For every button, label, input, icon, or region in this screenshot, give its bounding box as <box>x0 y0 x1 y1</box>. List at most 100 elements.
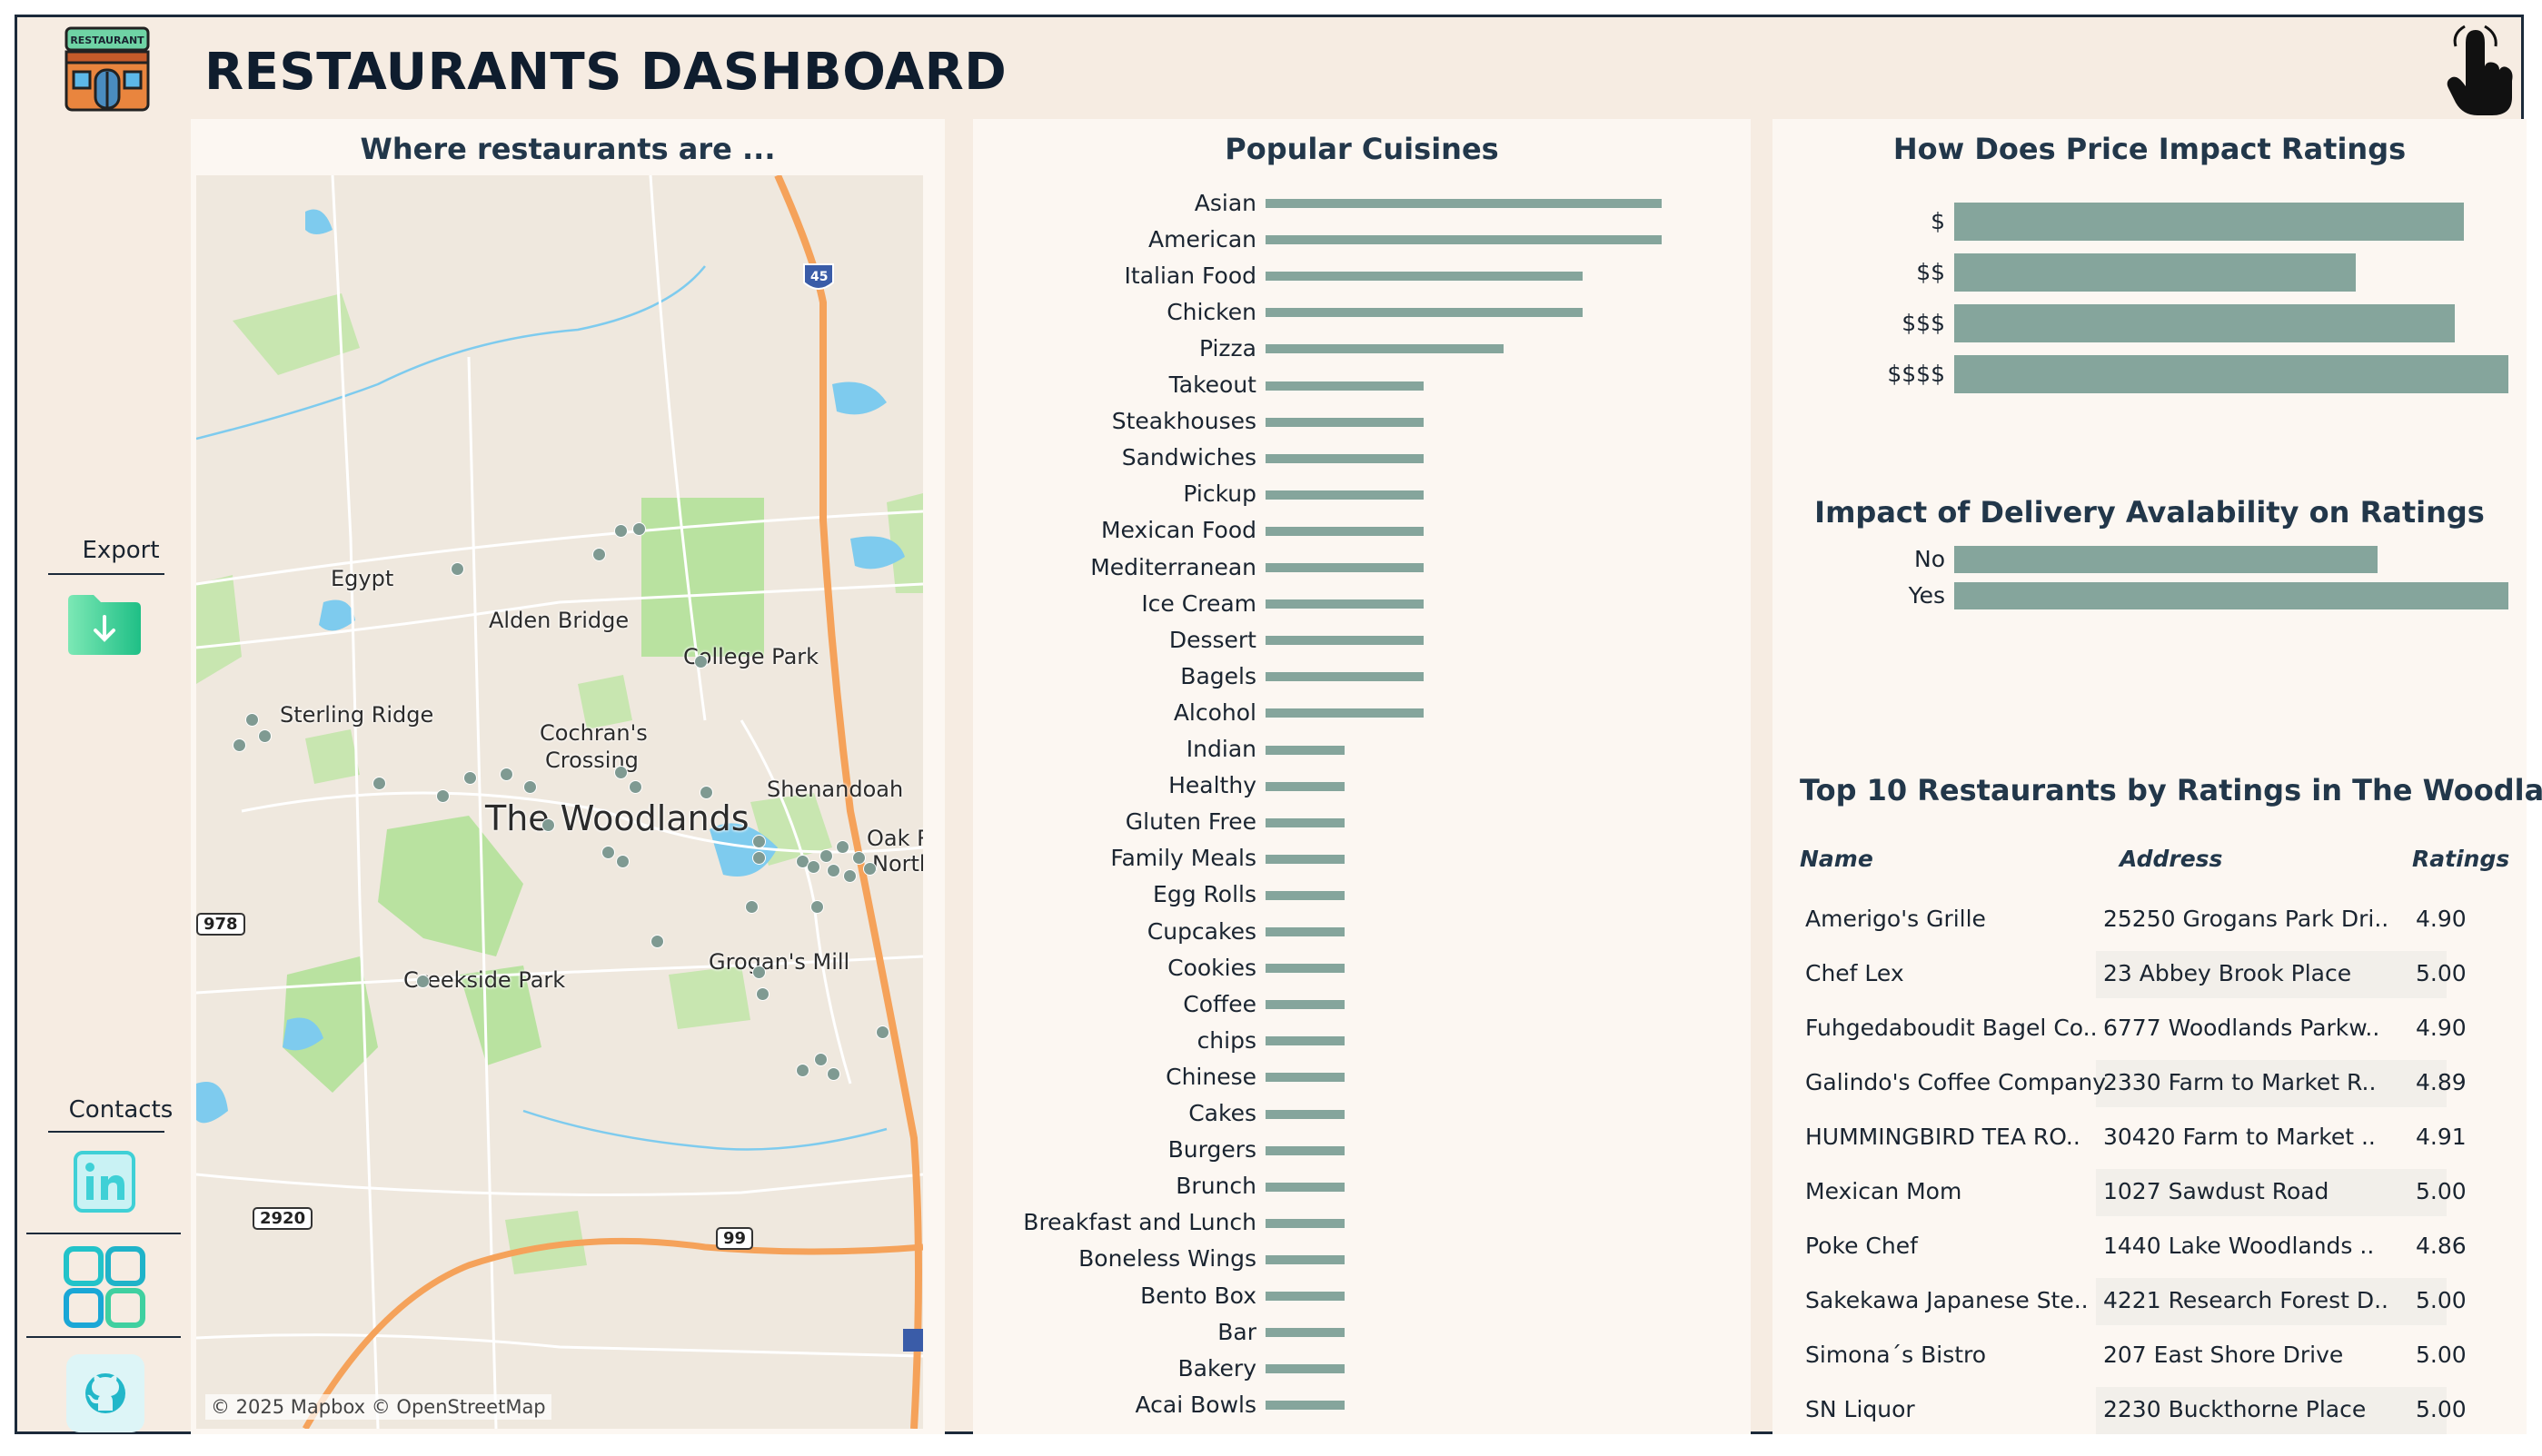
delivery-label: No <box>1914 545 1945 572</box>
cuisine-bar[interactable] <box>1266 308 1583 318</box>
restaurant-map[interactable]: 45 978 2920 99 Egypt Alden Bridge Colleg… <box>196 175 923 1429</box>
price-bar[interactable] <box>1954 355 2508 393</box>
column-header-address[interactable]: Address <box>2120 846 2222 872</box>
restaurant-marker[interactable] <box>876 1025 889 1039</box>
cuisine-bar[interactable] <box>1266 890 1345 900</box>
cuisine-bar[interactable] <box>1266 636 1425 646</box>
cuisine-bar[interactable] <box>1266 1254 1345 1264</box>
cuisine-bar[interactable] <box>1266 1182 1345 1192</box>
restaurant-marker[interactable] <box>752 851 766 865</box>
restaurant-marker[interactable] <box>592 548 606 561</box>
restaurant-marker[interactable] <box>756 987 770 1001</box>
pointer-hand-icon[interactable] <box>2443 25 2516 119</box>
cuisine-bar[interactable] <box>1266 1073 1345 1083</box>
restaurant-marker[interactable] <box>436 789 450 803</box>
cuisine-bar[interactable] <box>1266 490 1425 500</box>
restaurant-marker[interactable] <box>827 1067 840 1081</box>
cuisine-bar[interactable] <box>1266 235 1662 245</box>
cuisine-bar[interactable] <box>1266 453 1425 463</box>
cuisine-bar[interactable] <box>1266 745 1345 755</box>
table-row[interactable]: Mexican Mom 1027 Sawdust Road 5.00 <box>1800 1165 2490 1220</box>
restaurant-marker[interactable] <box>614 766 628 779</box>
restaurant-marker[interactable] <box>541 818 555 832</box>
cuisine-bar[interactable] <box>1266 817 1345 827</box>
restaurant-marker[interactable] <box>827 864 840 877</box>
table-row[interactable]: HUMMINGBIRD TEA RO.. 30420 Farm to Market… <box>1800 1111 2490 1165</box>
table-row[interactable]: Chef Lex 23 Abbey Brook Place 5.00 <box>1800 947 2490 1002</box>
cuisine-bar[interactable] <box>1266 1292 1345 1301</box>
cuisine-bar[interactable] <box>1266 781 1345 791</box>
cuisine-bar[interactable] <box>1266 1218 1345 1228</box>
cuisine-bar[interactable] <box>1266 599 1425 609</box>
restaurant-marker[interactable] <box>629 780 642 794</box>
column-header-name[interactable]: Name <box>1800 846 1873 872</box>
cuisine-bar[interactable] <box>1266 563 1425 572</box>
restaurant-marker[interactable] <box>863 862 877 876</box>
restaurant-marker[interactable] <box>258 729 272 743</box>
cuisine-bar[interactable] <box>1266 672 1425 682</box>
restaurant-marker[interactable] <box>819 849 833 863</box>
cuisine-bar[interactable] <box>1266 1145 1345 1155</box>
cuisine-bar[interactable] <box>1266 344 1504 354</box>
cuisine-bar[interactable] <box>1266 854 1345 864</box>
restaurant-marker[interactable] <box>700 786 713 799</box>
restaurant-marker[interactable] <box>616 855 630 868</box>
table-row[interactable]: Fuhgedaboudit Bagel Co.. 6777 Woodlands P… <box>1800 1002 2490 1056</box>
price-bar[interactable] <box>1954 253 2356 292</box>
restaurant-marker[interactable] <box>601 846 615 859</box>
table-row[interactable]: SN Liquor 2230 Buckthorne Place 5.00 <box>1800 1383 2490 1438</box>
restaurant-marker[interactable] <box>245 713 259 727</box>
restaurant-marker[interactable] <box>745 900 759 914</box>
table-row[interactable]: Sakekawa Japanese Ste.. 4221 Research For… <box>1800 1274 2490 1329</box>
cuisine-label: Bento Box <box>1140 1282 1256 1309</box>
cuisine-bar[interactable] <box>1266 526 1425 536</box>
cuisine-bar[interactable] <box>1266 272 1583 282</box>
cuisine-bar[interactable] <box>1266 417 1425 427</box>
cuisine-bar[interactable] <box>1266 708 1425 718</box>
delivery-bar[interactable] <box>1954 582 2508 609</box>
restaurant-marker[interactable] <box>836 840 849 854</box>
linkedin-icon[interactable] <box>72 1149 137 1214</box>
restaurant-marker[interactable] <box>372 777 386 790</box>
column-header-ratings[interactable]: Ratings <box>2412 846 2509 872</box>
github-icon[interactable] <box>65 1352 146 1434</box>
cuisine-bar[interactable] <box>1266 381 1425 391</box>
table-row[interactable]: Amerigo's Grille 25250 Grogans Park Dri..… <box>1800 893 2490 947</box>
cuisine-bar[interactable] <box>1266 1109 1345 1119</box>
cuisine-bar[interactable] <box>1266 199 1662 208</box>
table-row[interactable]: Poke Chef 1440 Lake Woodlands .. 4.86 <box>1800 1220 2490 1274</box>
cuisine-bar[interactable] <box>1266 1401 1345 1411</box>
restaurant-marker[interactable] <box>807 860 820 874</box>
restaurant-marker[interactable] <box>463 771 477 785</box>
cuisine-bar[interactable] <box>1266 1364 1345 1374</box>
dashboard-grid-icon[interactable] <box>61 1243 148 1331</box>
restaurant-marker[interactable] <box>843 869 857 883</box>
table-row[interactable]: Galindo's Coffee Company 2330 Farm to Mar… <box>1800 1056 2490 1111</box>
restaurant-marker[interactable] <box>796 1064 809 1077</box>
restaurant-address: 25250 Grogans Park Dri.. <box>2103 906 2389 932</box>
restaurant-marker[interactable] <box>416 975 430 988</box>
cuisine-bar[interactable] <box>1266 927 1345 936</box>
cuisine-bar[interactable] <box>1266 1328 1345 1338</box>
restaurant-marker[interactable] <box>814 1053 828 1066</box>
restaurant-marker[interactable] <box>523 780 537 794</box>
restaurant-marker[interactable] <box>810 900 824 914</box>
export-download-icon[interactable] <box>65 591 144 657</box>
price-bar[interactable] <box>1954 304 2456 342</box>
restaurant-marker[interactable] <box>500 768 513 781</box>
cuisine-bar[interactable] <box>1266 964 1345 974</box>
restaurant-marker[interactable] <box>752 966 766 979</box>
restaurant-marker[interactable] <box>233 738 246 752</box>
restaurant-marker[interactable] <box>694 655 708 669</box>
cuisine-bar[interactable] <box>1266 1000 1345 1010</box>
cuisine-bar[interactable] <box>1266 1036 1345 1046</box>
restaurant-marker[interactable] <box>852 851 866 865</box>
table-row[interactable]: Simona´s Bistro 207 East Shore Drive 5.00 <box>1800 1329 2490 1383</box>
restaurant-marker[interactable] <box>451 562 464 576</box>
restaurant-marker[interactable] <box>614 524 628 538</box>
price-bar[interactable] <box>1954 203 2465 241</box>
delivery-bar[interactable] <box>1954 546 2378 573</box>
restaurant-marker[interactable] <box>752 835 766 848</box>
restaurant-marker[interactable] <box>650 935 664 948</box>
restaurant-marker[interactable] <box>632 522 646 536</box>
